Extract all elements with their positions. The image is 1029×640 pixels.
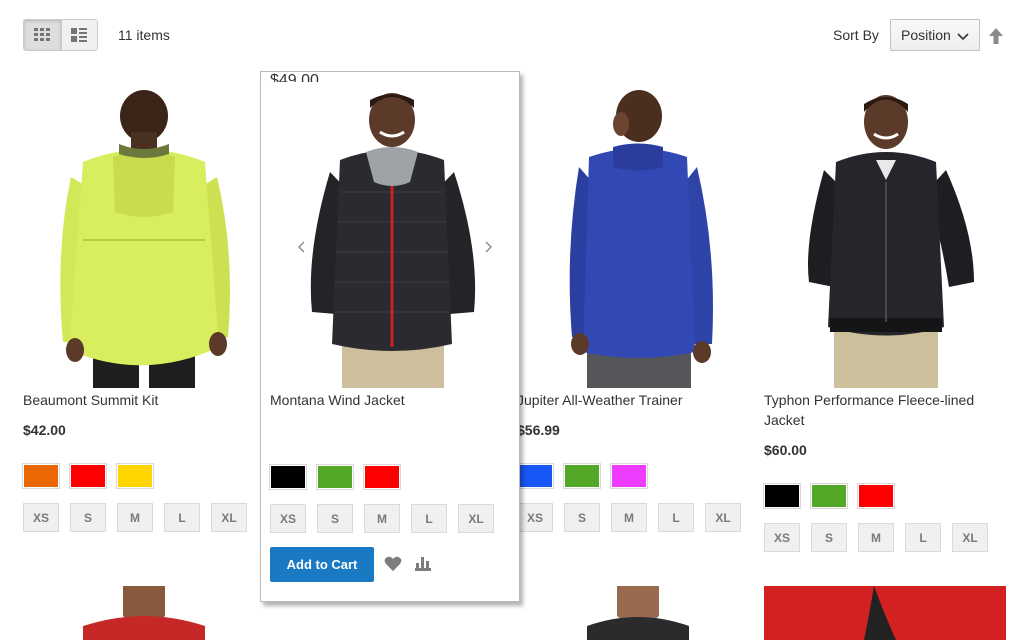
size-swatches: XS S M L XL [517,503,741,532]
grid-icon [34,28,51,41]
size-swatch[interactable]: XL [211,503,247,532]
product-name[interactable]: Beaumont Summit Kit [23,390,263,410]
products-toolbar: 11 items Sort By Position [0,0,1029,70]
color-swatches [22,463,154,489]
size-swatch[interactable]: S [70,503,106,532]
product-name[interactable]: Typhon Performance Fleece-lined Jacket [764,390,1004,430]
product-price: $60.00 [764,442,807,458]
color-swatch[interactable] [563,463,601,489]
color-swatch[interactable] [857,483,895,509]
size-swatch[interactable]: XL [952,523,988,552]
size-swatches: XS S M L XL [270,504,494,533]
size-swatch[interactable]: M [611,503,647,532]
sorter-label: Sort By [833,27,879,43]
product-image[interactable] [270,82,512,388]
product-image[interactable] [764,82,1006,388]
size-swatch[interactable]: M [117,503,153,532]
color-swatches [763,483,895,509]
color-swatch[interactable] [69,463,107,489]
size-swatch[interactable]: S [317,504,353,533]
size-swatch[interactable]: L [905,523,941,552]
product-image-next[interactable] [23,586,265,640]
color-swatch[interactable] [316,464,354,490]
add-to-cart-button[interactable]: Add to Cart [270,547,374,582]
size-swatch[interactable]: XS [764,523,800,552]
product-price: $56.99 [517,422,560,438]
color-swatch[interactable] [610,463,648,489]
size-swatch[interactable]: XS [517,503,553,532]
heart-icon[interactable] [384,556,402,572]
list-view-button[interactable] [60,20,97,50]
chevron-right-icon[interactable] [482,240,494,254]
size-swatches: XS S M L XL [23,503,247,532]
color-swatch[interactable] [363,464,401,490]
color-swatch[interactable] [763,483,801,509]
chevron-down-icon [957,33,969,41]
sorter-select[interactable]: Position [890,19,980,51]
size-swatch[interactable]: XL [458,504,494,533]
compare-icon[interactable] [414,555,432,572]
size-swatch[interactable]: S [811,523,847,552]
color-swatch[interactable] [810,483,848,509]
list-icon [71,28,88,42]
product-image[interactable] [517,82,759,388]
size-swatch[interactable]: XL [705,503,741,532]
chevron-left-icon[interactable] [296,240,308,254]
size-swatch[interactable]: M [858,523,894,552]
product-name[interactable]: Montana Wind Jacket [270,390,510,410]
sorter-value: Position [901,27,951,43]
size-swatch[interactable]: M [364,504,400,533]
toolbar-amount: 11 items [118,27,170,43]
color-swatch[interactable] [116,463,154,489]
size-swatch[interactable]: L [164,503,200,532]
size-swatch[interactable]: XS [23,503,59,532]
size-swatch[interactable]: L [411,504,447,533]
size-swatch[interactable]: XS [270,504,306,533]
view-mode-switcher [23,19,98,51]
product-price: $42.00 [23,422,66,438]
product-name[interactable]: Jupiter All-Weather Trainer [517,390,757,410]
product-image-next[interactable] [764,586,1006,640]
size-swatches: XS S M L XL [764,523,988,552]
color-swatch[interactable] [269,464,307,490]
color-swatch[interactable] [516,463,554,489]
product-item-hovered: Montana Wind Jacket $49.00 XS S M L XL A… [260,71,520,602]
size-swatch[interactable]: L [658,503,694,532]
product-image[interactable] [23,82,265,388]
color-swatch[interactable] [22,463,60,489]
color-swatches [516,463,648,489]
arrow-up-icon[interactable] [988,27,1004,45]
size-swatch[interactable]: S [564,503,600,532]
color-swatches [269,464,401,490]
product-image-next[interactable] [517,586,759,640]
grid-view-button[interactable] [24,20,61,50]
